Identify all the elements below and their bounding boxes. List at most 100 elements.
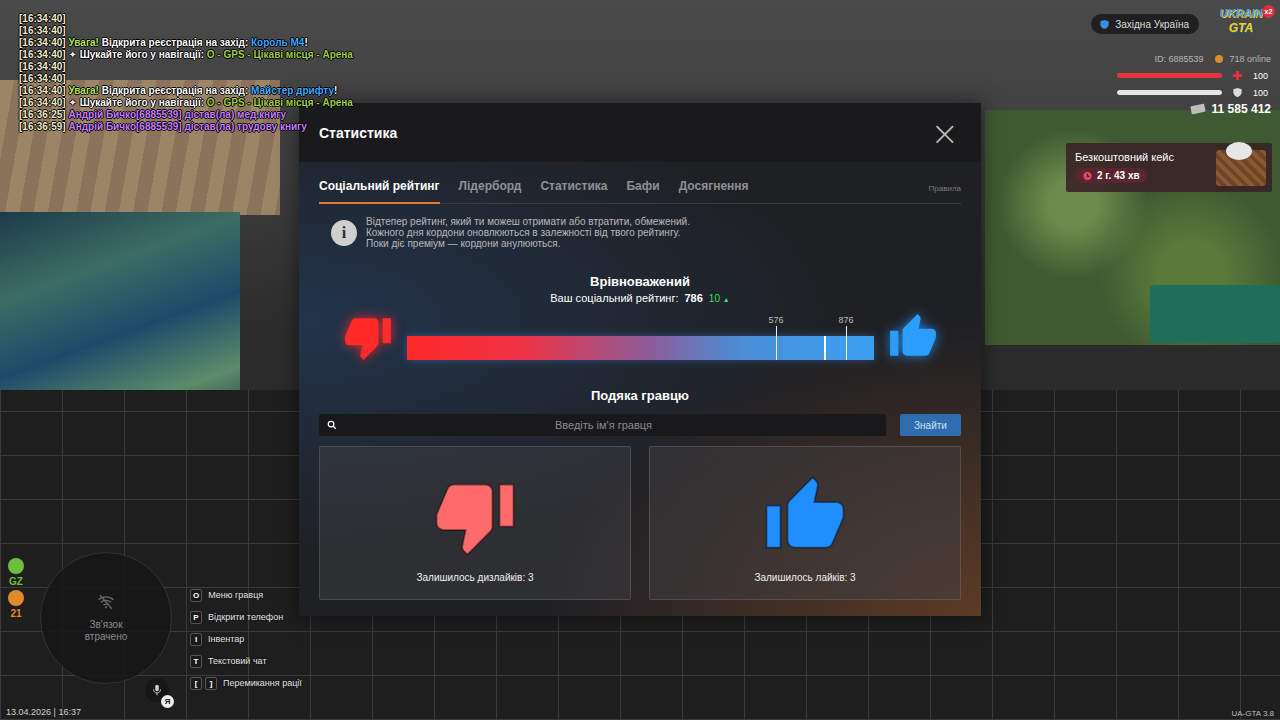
search-field (319, 414, 886, 436)
tab[interactable]: Статистика (540, 179, 607, 204)
thumb-down-icon (433, 474, 517, 558)
remaining-count: Залишилось дизлайків: 3 (416, 572, 533, 583)
window-title: Статистика (319, 125, 397, 141)
free-case-panel[interactable]: Безкоштовний кейс 2 г. 43 хв (1066, 143, 1272, 192)
search-input[interactable] (337, 418, 886, 432)
close-button[interactable]: × (929, 116, 962, 150)
wanted-icon (8, 590, 24, 606)
rating-meter: 576 876 (319, 312, 961, 362)
key-hint: I Інвентар (190, 632, 302, 646)
hud-top-right: Західна Україна UKRAIN GTA x2 ID: 688553… (1091, 8, 1271, 116)
voice-chat: Я (145, 678, 169, 702)
vote-cards: Залишилось дизлайків: 3 Залишилось лайкі… (319, 446, 961, 600)
info-icon: i (331, 220, 357, 246)
remaining-count: Залишилось лайків: 3 (754, 572, 855, 583)
rating-border-marker: 876 (846, 326, 847, 360)
health-cross-icon (1232, 70, 1243, 81)
chat-line: [16:34:40] (19, 25, 353, 37)
statistics-window: Статистика × Соціальний рейтинг Лідерборд… (299, 103, 981, 616)
money-icon (1190, 103, 1206, 115)
key-cap: [ (190, 677, 202, 690)
health-bar (1117, 73, 1222, 78)
window-header: Статистика × (299, 103, 981, 162)
game-version: UA-GTA 3.8 (1231, 709, 1274, 718)
chat-line: [16:34:40] ✦ Шукайте його у навігації: O… (19, 97, 353, 109)
case-title: Безкоштовний кейс (1075, 151, 1174, 163)
armor-stat: 100 (1117, 87, 1271, 98)
chat-line: [16:36:59] Андрій Бичко[6885539] дістав(… (19, 121, 353, 133)
like-card[interactable]: Залишилось лайків: 3 (649, 446, 961, 600)
thumb-down-icon (343, 312, 393, 362)
chat-line: [16:34:40] (19, 73, 353, 85)
armor-bar (1117, 90, 1222, 95)
rules-link[interactable]: Правила (929, 184, 961, 199)
info-line: Поки діє преміум — кордони анулюються. (366, 238, 690, 249)
rating-bar: 576876 (407, 336, 874, 360)
money: 11 585 412 (1190, 102, 1271, 116)
key-hint: [] Перемикання рації (190, 676, 302, 690)
case-timer: 2 г. 43 хв (1075, 168, 1147, 183)
player-search: Знайти (319, 414, 961, 436)
tab[interactable]: Лідерборд (459, 179, 522, 204)
armor-shield-icon (1232, 87, 1243, 98)
chat-line: [16:34:40] ✦ Шукайте його у навігації: O… (19, 49, 353, 61)
key-hints: O Меню гравця P Відкрити телефон I Інвента… (190, 588, 302, 690)
player-id: ID: 6885539 718 online (1154, 54, 1271, 64)
chat-line: [16:34:40] Увага! Відкрита реєстрація на… (19, 85, 353, 97)
clock-icon (1082, 170, 1093, 181)
sofa (1150, 285, 1280, 343)
game-screen: Статистика × Соціальний рейтинг Лідерборд… (0, 0, 1280, 720)
rating-change: 10 ▲ (709, 293, 730, 304)
rating-value: Ваш соціальний рейтинг: 786 10 ▲ (319, 292, 961, 304)
info-line: Кожного дня кордони оновлюються в залежн… (366, 227, 690, 238)
server-badge: Західна Україна (1091, 14, 1199, 34)
key-hint: T Текстовий чат (190, 654, 302, 668)
rating-border-marker: 576 (776, 326, 777, 360)
current-rating-marker (824, 336, 826, 360)
tab-bar: Соціальний рейтинг Лідерборд Статистика Баф… (319, 179, 961, 204)
chat-log: [16:34:40][16:34:40][16:34:40] Увага! Ві… (19, 13, 353, 133)
greenzone-indicator: GZ (8, 558, 24, 587)
dislike-card[interactable]: Залишилось дизлайків: 3 (319, 446, 631, 600)
minimap: Зв'язок втрачено (40, 552, 172, 684)
connection-status: Зв'язок втрачено (70, 619, 142, 643)
key-cap: O (190, 589, 202, 602)
wanted-indicator: 21 (8, 590, 24, 619)
chat-line: [16:34:40] Увага! Відкрита реєстрація на… (19, 37, 353, 49)
chat-line: [16:36:25] Андрій Бичко[6885539] дістав(… (19, 109, 353, 121)
thanks-title: Подяка гравцю (319, 388, 961, 403)
key-cap: I (190, 633, 202, 646)
tab[interactable]: Соціальний рейтинг (319, 179, 440, 204)
thumb-up-icon (888, 312, 938, 362)
key-cap: P (190, 611, 202, 624)
chat-line: [16:34:40] (19, 13, 353, 25)
online-icon (1215, 55, 1223, 63)
rating-status: Врівноважений (319, 274, 961, 289)
marker-label: 576 (768, 315, 783, 326)
key-cap: ] (205, 677, 217, 690)
zone-indicators: GZ 21 (8, 558, 24, 619)
info-notice: i Відтепер рейтинг, який ти можеш отрима… (319, 216, 961, 249)
shield-icon (1099, 19, 1110, 30)
info-line: Відтепер рейтинг, який ти можеш отримати… (366, 216, 690, 227)
tab[interactable]: Досягнення (679, 179, 749, 204)
x2-badge: x2 (1262, 5, 1275, 18)
key-cap: T (190, 655, 202, 668)
no-signal-icon (97, 593, 115, 611)
key-hint: O Меню гравця (190, 588, 302, 602)
voice-badge: Я (161, 695, 174, 708)
microphone-icon (150, 683, 164, 697)
date-time: 13.04.2026 | 16:37 (6, 707, 81, 717)
window-body: Соціальний рейтинг Лідерборд Статистика Баф… (299, 162, 981, 616)
tab[interactable]: Бафи (626, 179, 659, 204)
health-stat: 100 (1117, 70, 1271, 81)
thumb-up-icon (763, 474, 847, 558)
greenzone-icon (8, 558, 24, 574)
search-icon (327, 420, 337, 430)
key-hint: P Відкрити телефон (190, 610, 302, 624)
find-button[interactable]: Знайти (900, 414, 961, 436)
case-basket-icon (1216, 150, 1266, 186)
chat-line: [16:34:40] (19, 61, 353, 73)
logo: UKRAIN GTA x2 (1211, 8, 1271, 40)
marker-label: 876 (838, 315, 853, 326)
